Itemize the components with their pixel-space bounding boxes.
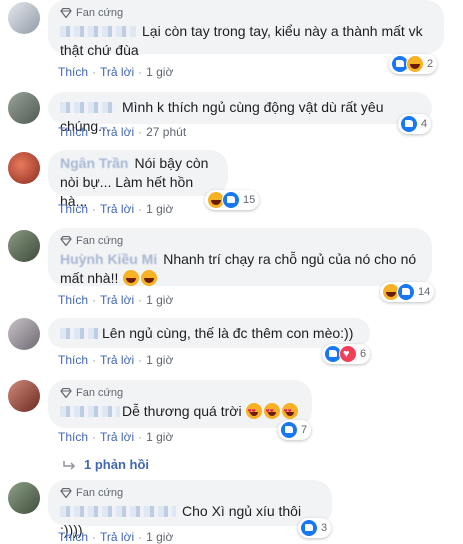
reply-link[interactable]: Trả lời: [100, 430, 134, 444]
comment-actions: Thích · Trả lời · 1 giờ: [58, 202, 174, 216]
heart-eyes-emoji-icon: [264, 402, 281, 421]
like-reaction-icon: [222, 191, 240, 209]
reply-link[interactable]: Trả lời: [100, 530, 134, 544]
avatar[interactable]: [8, 380, 40, 412]
comment-bubble: Fan cứng Dễ thương quá trời: [48, 380, 312, 428]
like-link[interactable]: Thích: [58, 65, 88, 79]
reaction-summary[interactable]: 14: [380, 282, 435, 302]
like-link[interactable]: Thích: [58, 430, 88, 444]
comment-text: Dễ thương quá trời: [122, 403, 242, 419]
author-name[interactable]: [60, 406, 120, 417]
fan-badge: Fan cứng: [60, 234, 420, 248]
like-link[interactable]: Thích: [58, 125, 88, 139]
timestamp[interactable]: 1 giờ: [146, 65, 173, 79]
comment-actions: Thích · Trả lời · 1 giờ: [58, 530, 174, 544]
reaction-summary[interactable]: 4: [398, 114, 432, 134]
avatar[interactable]: [8, 482, 40, 514]
diamond-icon: [60, 8, 72, 18]
view-replies-link[interactable]: 1 phản hồi: [62, 457, 149, 472]
reaction-count: 14: [418, 286, 431, 298]
like-reaction-icon: [280, 421, 298, 439]
timestamp[interactable]: 1 giờ: [146, 430, 173, 444]
comment-bubble: Mình k thích ngủ cùng động vật dù rất yê…: [48, 92, 432, 134]
timestamp[interactable]: 1 giờ: [146, 353, 173, 367]
comment-actions: Thích · Trả lời · 27 phút: [58, 125, 187, 139]
haha-reaction-icon: [406, 55, 424, 73]
heart-eyes-emoji-icon: [246, 402, 263, 421]
fan-badge: Fan cứng: [60, 486, 320, 500]
love-reaction-icon: [339, 345, 357, 363]
fan-badge: Fan cứng: [60, 386, 300, 400]
reaction-summary[interactable]: 3: [298, 518, 332, 538]
timestamp[interactable]: 27 phút: [146, 125, 186, 139]
timestamp[interactable]: 1 giờ: [146, 202, 173, 216]
reaction-summary[interactable]: 15: [205, 190, 260, 210]
reaction-count: 7: [301, 424, 308, 436]
like-link[interactable]: Thích: [58, 293, 88, 307]
avatar[interactable]: [8, 152, 40, 184]
reaction-count: 2: [427, 58, 434, 70]
reply-link[interactable]: Trả lời: [100, 65, 134, 79]
avatar[interactable]: [8, 92, 40, 124]
comment-bubble: Fan cứng Cho Xì ngủ xíu thôi :)))): [48, 480, 332, 538]
like-link[interactable]: Thích: [58, 202, 88, 216]
like-reaction-icon: [397, 283, 415, 301]
reaction-summary[interactable]: 2: [389, 54, 438, 74]
heart-eyes-emoji-icon: [282, 402, 299, 421]
laughing-emoji-icon: [123, 270, 140, 286]
reply-link[interactable]: Trả lời: [100, 293, 134, 307]
diamond-icon: [60, 388, 72, 398]
like-reaction-icon: [400, 115, 418, 133]
author-name[interactable]: Ngân Trần: [60, 155, 128, 171]
like-reaction-icon: [300, 519, 318, 537]
comment-text: Lên ngủ cùng, thế là đc thêm con mèo:)): [102, 325, 354, 341]
reaction-summary[interactable]: 6: [322, 344, 371, 364]
author-name[interactable]: [60, 506, 176, 517]
comment-bubble: Lên ngủ cùng, thế là đc thêm con mèo:)): [48, 318, 370, 348]
author-name[interactable]: [60, 328, 100, 339]
comment-actions: Thích · Trả lời · 1 giờ: [58, 65, 174, 79]
comment-actions: Thích · Trả lời · 1 giờ: [58, 353, 174, 367]
reply-link[interactable]: Trả lời: [100, 125, 134, 139]
comment-actions: Thích · Trả lời · 1 giờ: [58, 430, 174, 444]
like-link[interactable]: Thích: [58, 353, 88, 367]
avatar[interactable]: [8, 230, 40, 262]
author-name[interactable]: [60, 26, 136, 37]
comment-bubble: Fan cứng Huỳnh Kiều Mi Nhanh trí chạy ra …: [48, 228, 432, 286]
reaction-count: 15: [243, 194, 256, 206]
laughing-emoji-icon: [141, 270, 158, 286]
reply-arrow-icon: [63, 460, 76, 470]
reply-link[interactable]: Trả lời: [100, 202, 134, 216]
fan-badge: Fan cứng: [60, 6, 432, 20]
timestamp[interactable]: 1 giờ: [146, 293, 173, 307]
timestamp[interactable]: 1 giờ: [146, 530, 173, 544]
like-link[interactable]: Thích: [58, 530, 88, 544]
author-name[interactable]: [60, 102, 116, 113]
avatar[interactable]: [8, 318, 40, 350]
diamond-icon: [60, 236, 72, 246]
reply-link[interactable]: Trả lời: [100, 353, 134, 367]
comment-bubble: Ngân Trần Nói bậy còn nòi bự... Làm hết h…: [48, 150, 228, 209]
comment-actions: Thích · Trả lời · 1 giờ: [58, 293, 174, 307]
reaction-count: 3: [321, 522, 328, 534]
reaction-count: 6: [360, 348, 367, 360]
diamond-icon: [60, 488, 72, 498]
reaction-summary[interactable]: 7: [278, 420, 312, 440]
reaction-count: 4: [421, 118, 428, 130]
author-name[interactable]: Huỳnh Kiều Mi: [60, 251, 157, 267]
comment-bubble: Fan cứng Lại còn tay trong tay, kiểu này…: [48, 0, 444, 58]
